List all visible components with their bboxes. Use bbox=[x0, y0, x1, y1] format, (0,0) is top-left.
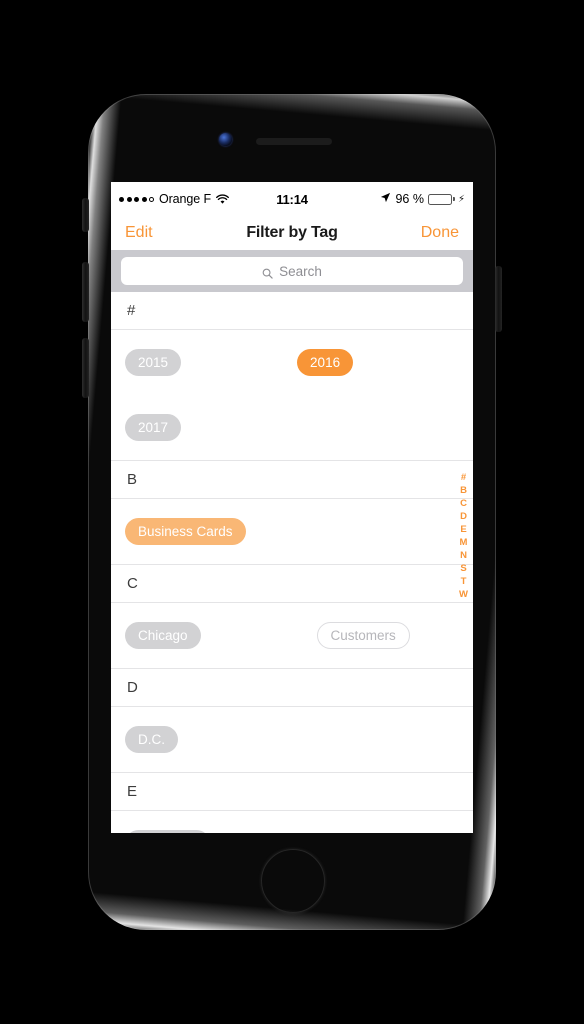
power-button[interactable] bbox=[495, 266, 502, 332]
index-letter-c[interactable]: C bbox=[460, 498, 467, 510]
tag-pill-2015[interactable]: 2015 bbox=[125, 349, 182, 376]
index-letter-s[interactable]: S bbox=[460, 563, 466, 575]
tag-pill-expenses[interactable]: Expenses bbox=[125, 830, 211, 833]
home-button[interactable] bbox=[261, 849, 325, 913]
tag-row: Chicago Customers bbox=[111, 603, 473, 669]
phone-screenshot-stage: Orange F 11:14 96 % ⚡ Edit Filter by Tag… bbox=[0, 0, 584, 1024]
edit-button[interactable]: Edit bbox=[125, 224, 153, 242]
index-letter-t[interactable]: T bbox=[461, 576, 467, 588]
tag-list: #2015 2016 2017 B Business Cards C Chicago Cust… bbox=[111, 292, 473, 833]
section-header-d: D bbox=[111, 669, 473, 707]
index-letter-e[interactable]: E bbox=[460, 524, 466, 536]
front-camera-icon bbox=[219, 133, 232, 146]
section-header-e: E bbox=[111, 773, 473, 811]
lightning-bolt-icon: ⚡ bbox=[457, 193, 465, 205]
index-letter-m[interactable]: M bbox=[460, 537, 468, 549]
index-letter-b[interactable]: B bbox=[460, 485, 467, 497]
index-letter-n[interactable]: N bbox=[460, 550, 467, 562]
section-index-bar[interactable]: # B C D E M N S T W bbox=[459, 472, 468, 601]
tag-row: D.C. bbox=[111, 707, 473, 773]
navigation-bar: Edit Filter by Tag Done bbox=[111, 216, 473, 250]
tag-row: Business Cards bbox=[111, 499, 473, 565]
search-placeholder: Search bbox=[279, 263, 322, 279]
index-letter-hash[interactable]: # bbox=[461, 472, 466, 484]
battery-icon bbox=[427, 193, 455, 205]
section-header-hash: # bbox=[111, 292, 473, 330]
battery-percent-label: 96 % bbox=[395, 192, 424, 206]
tag-pill-d-c[interactable]: D.C. bbox=[125, 726, 178, 753]
tag-pill-business-cards[interactable]: Business Cards bbox=[125, 518, 246, 545]
search-input[interactable]: Search bbox=[121, 257, 463, 285]
volume-down-button[interactable] bbox=[82, 338, 89, 398]
tag-row: Expenses bbox=[111, 811, 473, 833]
earpiece-speaker-icon bbox=[256, 138, 332, 145]
index-letter-w[interactable]: W bbox=[459, 589, 468, 601]
volume-up-button[interactable] bbox=[82, 262, 89, 322]
tag-row: 2015 2016 bbox=[111, 330, 473, 395]
tag-pill-2017[interactable]: 2017 bbox=[125, 414, 182, 441]
phone-screen: Orange F 11:14 96 % ⚡ Edit Filter by Tag… bbox=[111, 182, 473, 833]
page-title: Filter by Tag bbox=[246, 224, 338, 241]
section-header-c: C bbox=[111, 565, 473, 603]
location-arrow-icon bbox=[380, 192, 391, 206]
status-bar: Orange F 11:14 96 % ⚡ bbox=[111, 182, 473, 216]
done-button[interactable]: Done bbox=[421, 224, 459, 242]
status-bar-right: 96 % ⚡ bbox=[380, 192, 465, 206]
mute-switch-button[interactable] bbox=[82, 198, 89, 232]
tag-row: 2017 bbox=[111, 395, 473, 461]
tag-pill-customers[interactable]: Customers bbox=[316, 622, 410, 649]
index-letter-d[interactable]: D bbox=[460, 511, 467, 523]
tag-pill-2016[interactable]: 2016 bbox=[297, 349, 354, 376]
section-header-b: B bbox=[111, 461, 473, 499]
search-bar-container: Search bbox=[111, 250, 473, 292]
tag-pill-chicago[interactable]: Chicago bbox=[125, 622, 201, 649]
search-icon bbox=[262, 266, 273, 279]
